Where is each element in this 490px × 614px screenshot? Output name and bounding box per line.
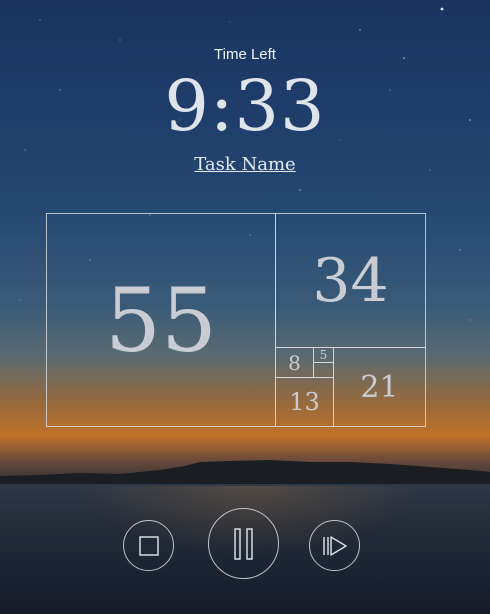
pause-button[interactable] [208,508,279,579]
task-name-link[interactable]: Task Name [0,154,490,175]
treeline [0,460,490,486]
fib-cell-13[interactable]: 13 [275,377,334,427]
stop-icon [138,535,159,556]
timer-controls [0,505,490,585]
fib-cell-34[interactable]: 34 [275,213,426,348]
time-remaining: 9:33 [164,65,326,147]
pause-icon [233,527,253,560]
skip-forward-button[interactable] [309,520,360,571]
skip-forward-icon [322,535,347,556]
fib-cell-21[interactable]: 21 [333,347,426,427]
fibonacci-grid: 55 34 21 13 8 5 [46,213,426,427]
stop-button[interactable] [123,520,174,571]
fib-cell-spiral-remainder [313,362,334,378]
fib-cell-8[interactable]: 8 [275,347,314,378]
time-left-label: Time Left [214,46,276,63]
fib-cell-5[interactable]: 5 [313,347,334,363]
fib-cell-55[interactable]: 55 [46,213,276,427]
